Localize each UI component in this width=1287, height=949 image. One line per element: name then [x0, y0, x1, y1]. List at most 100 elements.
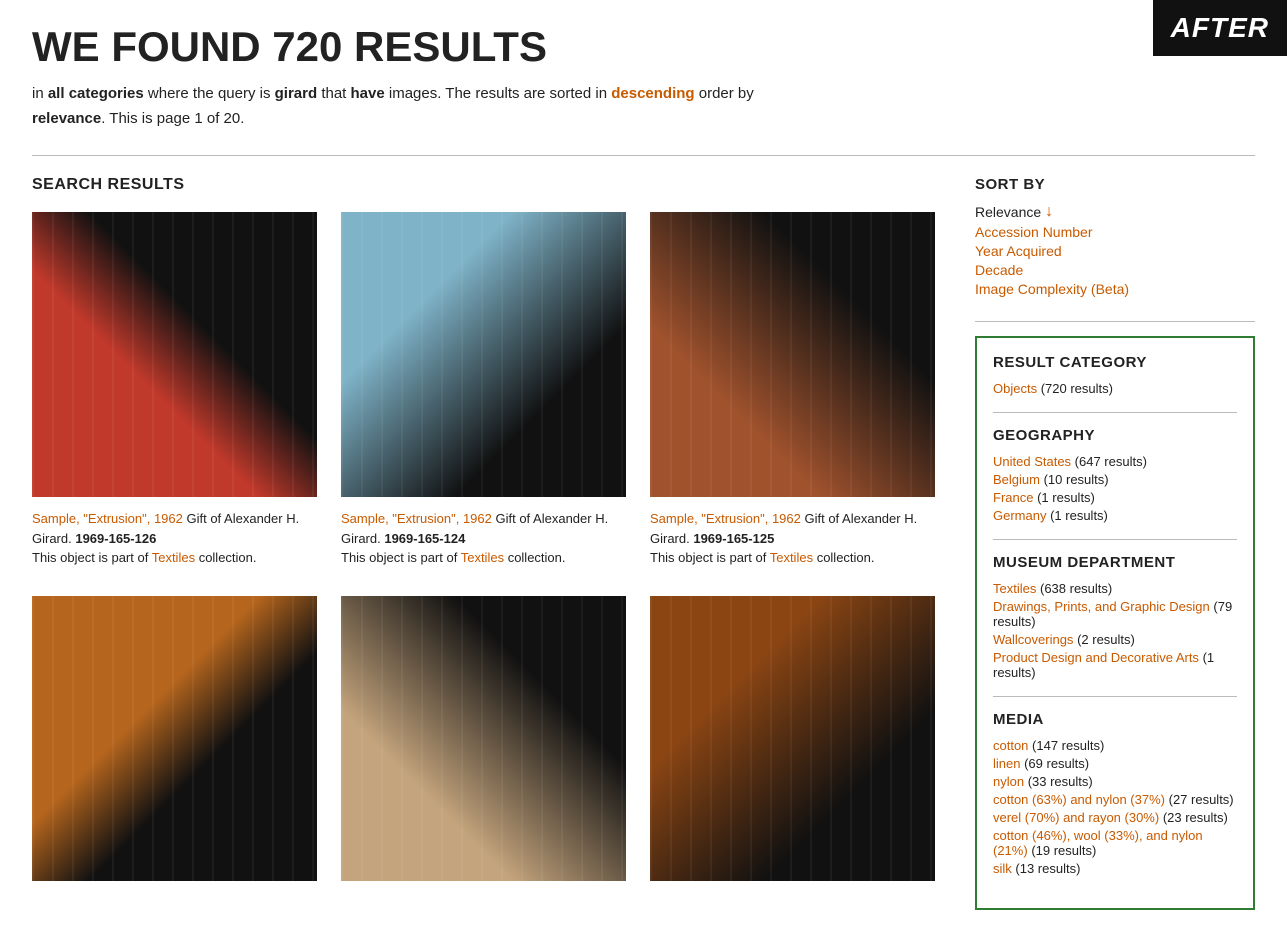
filter-cotton-count: (147 results): [1032, 738, 1104, 753]
sort-item-complexity[interactable]: Image Complexity (Beta): [975, 281, 1255, 297]
sort-accession-link[interactable]: Accession Number: [975, 224, 1093, 240]
filter-france[interactable]: France (1 results): [993, 490, 1237, 505]
filter-drawings-link[interactable]: Drawings, Prints, and Graphic Design: [993, 599, 1210, 614]
filter-cotton[interactable]: cotton (147 results): [993, 738, 1237, 753]
page-info: relevance. This is page 1 of 20.: [32, 110, 1255, 127]
sort-item-accession[interactable]: Accession Number: [975, 224, 1255, 240]
filter-textiles[interactable]: Textiles (638 results): [993, 581, 1237, 596]
sort-item-decade[interactable]: Decade: [975, 262, 1255, 278]
filter-drawings[interactable]: Drawings, Prints, and Graphic Design (79…: [993, 599, 1237, 629]
filter-belgium-count: (10 results): [1044, 472, 1109, 487]
museum-dept-list: Textiles (638 results) Drawings, Prints,…: [993, 581, 1237, 680]
filter-cotton-wool-nylon-count: (19 results): [1031, 843, 1096, 858]
result-title-link-3[interactable]: Sample, "Extrusion", 1962: [650, 511, 801, 526]
filter-box: RESULT CATEGORY Objects (720 results) GE…: [975, 336, 1255, 910]
geography-title: GEOGRAPHY: [993, 427, 1237, 444]
filter-textiles-link[interactable]: Textiles: [993, 581, 1036, 596]
sort-complexity-link[interactable]: Image Complexity (Beta): [975, 281, 1129, 297]
result-image-2[interactable]: [341, 212, 626, 497]
sort-by-section: SORT BY Relevance ↓ Accession Number Yea…: [975, 176, 1255, 297]
results-grid: Sample, "Extrusion", 1962 Gift of Alexan…: [32, 212, 935, 893]
result-caption-2: Sample, "Extrusion", 1962 Gift of Alexan…: [341, 509, 626, 568]
filter-france-count: (1 results): [1037, 490, 1095, 505]
filter-verel-link[interactable]: verel (70%) and rayon (30%): [993, 810, 1159, 825]
filter-france-link[interactable]: France: [993, 490, 1033, 505]
sidebar: SORT BY Relevance ↓ Accession Number Yea…: [975, 176, 1255, 918]
filter-us-link[interactable]: United States: [993, 454, 1071, 469]
result-caption-1: Sample, "Extrusion", 1962 Gift of Alexan…: [32, 509, 317, 568]
relevance-label: relevance: [32, 110, 101, 127]
filter-objects[interactable]: Objects (720 results): [993, 381, 1237, 396]
filter-cotton-nylon[interactable]: cotton (63%) and nylon (37%) (27 results…: [993, 792, 1237, 807]
content-layout: SEARCH RESULTS Sample, "Extrusion", 1962…: [32, 176, 1255, 925]
filter-silk-count: (13 results): [1015, 861, 1080, 876]
main-content: SEARCH RESULTS Sample, "Extrusion", 1962…: [32, 176, 935, 925]
geography-list: United States (647 results) Belgium (10 …: [993, 454, 1237, 523]
result-item: [650, 596, 935, 893]
accession-3: 1969-165-125: [693, 531, 774, 546]
filter-objects-link[interactable]: Objects: [993, 381, 1037, 396]
main-divider: [32, 155, 1255, 156]
filter-us-count: (647 results): [1075, 454, 1147, 469]
sort-order-link[interactable]: descending: [611, 85, 694, 102]
result-caption-3: Sample, "Extrusion", 1962 Gift of Alexan…: [650, 509, 935, 568]
filter-linen-link[interactable]: linen: [993, 756, 1020, 771]
filter-belgium[interactable]: Belgium (10 results): [993, 472, 1237, 487]
search-results-title: SEARCH RESULTS: [32, 176, 935, 194]
subtitle: in all categories where the query is gir…: [32, 82, 1255, 106]
result-image-3[interactable]: [650, 212, 935, 497]
filter-objects-count: (720 results): [1041, 381, 1113, 396]
filter-product-design-link[interactable]: Product Design and Decorative Arts: [993, 650, 1199, 665]
result-image-6[interactable]: [650, 596, 935, 881]
result-item: [341, 596, 626, 893]
filter-belgium-link[interactable]: Belgium: [993, 472, 1040, 487]
sort-arrow-icon: ↓: [1045, 203, 1053, 221]
logo-text: AFTER: [1171, 12, 1269, 43]
filter-verel[interactable]: verel (70%) and rayon (30%) (23 results): [993, 810, 1237, 825]
filter-product-design[interactable]: Product Design and Decorative Arts (1 re…: [993, 650, 1237, 680]
sort-by-title: SORT BY: [975, 176, 1255, 193]
filter-nylon[interactable]: nylon (33 results): [993, 774, 1237, 789]
filter-silk[interactable]: silk (13 results): [993, 861, 1237, 876]
collection-link-2[interactable]: Textiles: [461, 550, 504, 565]
have-label: have: [351, 85, 385, 102]
filter-linen[interactable]: linen (69 results): [993, 756, 1237, 771]
result-image-4[interactable]: [32, 596, 317, 881]
filter-silk-link[interactable]: silk: [993, 861, 1012, 876]
filter-us[interactable]: United States (647 results): [993, 454, 1237, 469]
result-image-5[interactable]: [341, 596, 626, 881]
filter-cotton-wool-nylon-link[interactable]: cotton (46%), wool (33%), and nylon (21%…: [993, 828, 1203, 858]
result-item: Sample, "Extrusion", 1962 Gift of Alexan…: [32, 212, 317, 568]
filter-wallcoverings-count: (2 results): [1077, 632, 1135, 647]
media-list: cotton (147 results) linen (69 results) …: [993, 738, 1237, 876]
collection-link-3[interactable]: Textiles: [770, 550, 813, 565]
museum-dept-title: MUSEUM DEPARTMENT: [993, 554, 1237, 571]
result-title-link-2[interactable]: Sample, "Extrusion", 1962: [341, 511, 492, 526]
filter-germany-link[interactable]: Germany: [993, 508, 1046, 523]
filter-cotton-link[interactable]: cotton: [993, 738, 1028, 753]
sidebar-divider-1: [975, 321, 1255, 322]
filter-wallcoverings-link[interactable]: Wallcoverings: [993, 632, 1073, 647]
filter-nylon-link[interactable]: nylon: [993, 774, 1024, 789]
result-item: [32, 596, 317, 893]
sort-decade-link[interactable]: Decade: [975, 262, 1023, 278]
result-title-link-1[interactable]: Sample, "Extrusion", 1962: [32, 511, 183, 526]
filter-germany-count: (1 results): [1050, 508, 1108, 523]
sidebar-divider-2: [993, 412, 1237, 413]
sort-item-relevance: Relevance ↓: [975, 203, 1255, 221]
accession-2: 1969-165-124: [384, 531, 465, 546]
sidebar-divider-4: [993, 696, 1237, 697]
category-label: all categories: [48, 85, 144, 102]
result-image-1[interactable]: [32, 212, 317, 497]
collection-link-1[interactable]: Textiles: [152, 550, 195, 565]
filter-cotton-nylon-count: (27 results): [1169, 792, 1234, 807]
sort-item-year[interactable]: Year Acquired: [975, 243, 1255, 259]
filter-wallcoverings[interactable]: Wallcoverings (2 results): [993, 632, 1237, 647]
filter-cotton-wool-nylon[interactable]: cotton (46%), wool (33%), and nylon (21%…: [993, 828, 1237, 858]
sort-year-link[interactable]: Year Acquired: [975, 243, 1062, 259]
filter-cotton-nylon-link[interactable]: cotton (63%) and nylon (37%): [993, 792, 1165, 807]
filter-germany[interactable]: Germany (1 results): [993, 508, 1237, 523]
filter-verel-count: (23 results): [1163, 810, 1228, 825]
accession-1: 1969-165-126: [75, 531, 156, 546]
result-category-title: RESULT CATEGORY: [993, 354, 1237, 371]
